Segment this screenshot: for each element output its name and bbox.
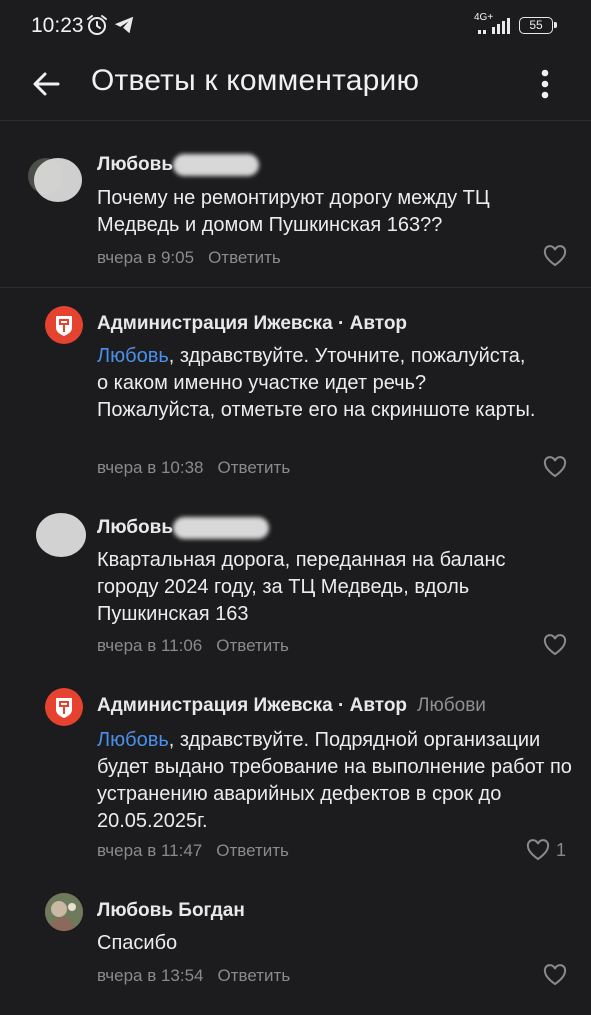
like-button[interactable] [543, 455, 567, 479]
author-name: Любовь [97, 517, 174, 539]
author-name: Администрация Ижевска · Автор [97, 695, 408, 716]
comment-item: Любовь Квартальная дорога, переданная на… [0, 500, 591, 680]
admin-avatar[interactable] [45, 688, 83, 726]
comment-meta: вчера в 11:06 Ответить [97, 636, 289, 656]
mention-link[interactable]: Любовь [97, 345, 169, 367]
comment-author[interactable]: Администрация Ижевска · Автор [97, 313, 407, 335]
user-photo-icon [45, 893, 83, 931]
comment-text: Любовь, здравствуйте. Подрядной организа… [97, 727, 572, 835]
city-emblem-icon [56, 698, 72, 718]
like-button[interactable] [543, 244, 567, 268]
more-options-button[interactable] [530, 64, 560, 104]
battery-icon: 55 [519, 17, 557, 34]
comment-author[interactable]: Любовь Богдан [97, 900, 245, 922]
like-count: 1 [556, 839, 567, 860]
heart-icon [543, 456, 567, 478]
avatar[interactable] [24, 152, 82, 202]
comment-author[interactable]: Администрация Ижевска · Автор Любови [97, 695, 486, 717]
like-button[interactable] [543, 633, 567, 657]
author-name: Любовь [97, 154, 174, 176]
heart-icon [543, 245, 567, 267]
comment-item: Администрация Ижевска · Автор Любовь, зд… [0, 290, 591, 490]
comment-text: Любовь, здравствуйте. Уточните, пожалуйс… [97, 343, 542, 424]
comment-meta: вчера в 11:47 Ответить [97, 841, 289, 861]
reply-button[interactable]: Ответить [218, 458, 291, 477]
more-vert-icon [541, 69, 549, 99]
comment-author[interactable]: Любовь [97, 517, 270, 539]
avatar[interactable] [34, 510, 86, 558]
top-app-bar: Ответы к комментарию [0, 52, 591, 121]
divider [0, 287, 591, 288]
comment-meta: вчера в 9:05 Ответить [97, 248, 281, 268]
like-button[interactable] [543, 963, 567, 987]
reply-button[interactable]: Ответить [216, 841, 289, 860]
status-time: 10:23 [31, 14, 84, 37]
comment-time: вчера в 11:47 [97, 841, 203, 860]
heart-icon [543, 634, 567, 656]
redacted-surname [173, 517, 270, 539]
alarm-icon [87, 15, 107, 35]
comment-time: вчера в 9:05 [97, 248, 195, 267]
blurred-avatar-icon [36, 513, 86, 557]
status-bar: 10:23 4G+ 55 [0, 0, 591, 52]
comment-text: Спасибо [97, 932, 178, 954]
blurred-avatar-icon [28, 158, 82, 202]
comment-text: Почему не ремонтируют дорогу между ТЦ Ме… [97, 187, 490, 236]
comment-meta: вчера в 10:38 Ответить [97, 458, 290, 478]
heart-icon [526, 839, 550, 861]
reply-button[interactable]: Ответить [216, 636, 289, 655]
page-title: Ответы к комментарию [91, 64, 420, 97]
comment-item: Любовь Богдан Спасибо вчера в 13:54 Ответ… [0, 880, 591, 1015]
comment-time: вчера в 10:38 [97, 458, 204, 477]
redacted-surname [173, 154, 260, 176]
reply-button[interactable]: Ответить [208, 248, 281, 267]
comment-item: Любовь Почему не ремонтируют дорогу межд… [0, 120, 591, 290]
heart-icon [543, 964, 567, 986]
battery-level: 55 [529, 18, 543, 32]
back-button[interactable] [26, 64, 66, 104]
reply-button[interactable]: Ответить [218, 966, 291, 985]
telegram-icon [114, 16, 134, 34]
admin-avatar[interactable] [45, 306, 83, 344]
comment-text: Квартальная дорога, переданная на баланс… [97, 549, 506, 625]
comment-meta: вчера в 13:54 Ответить [97, 966, 290, 986]
reply-to-name[interactable]: Любови [417, 695, 486, 716]
like-button[interactable]: 1 [526, 838, 566, 862]
city-emblem-icon [56, 316, 72, 336]
comment-item: Администрация Ижевска · Автор Любови Любо… [0, 680, 591, 880]
comment-time: вчера в 13:54 [97, 966, 204, 985]
comment-time: вчера в 11:06 [97, 636, 203, 655]
comment-author[interactable]: Любовь [97, 154, 260, 176]
back-arrow-icon [33, 72, 60, 96]
avatar[interactable] [45, 893, 83, 931]
signal-icon [478, 18, 510, 34]
mention-link[interactable]: Любовь [97, 729, 169, 751]
comment-body: , здравствуйте. Подрядной организации бу… [97, 729, 572, 832]
